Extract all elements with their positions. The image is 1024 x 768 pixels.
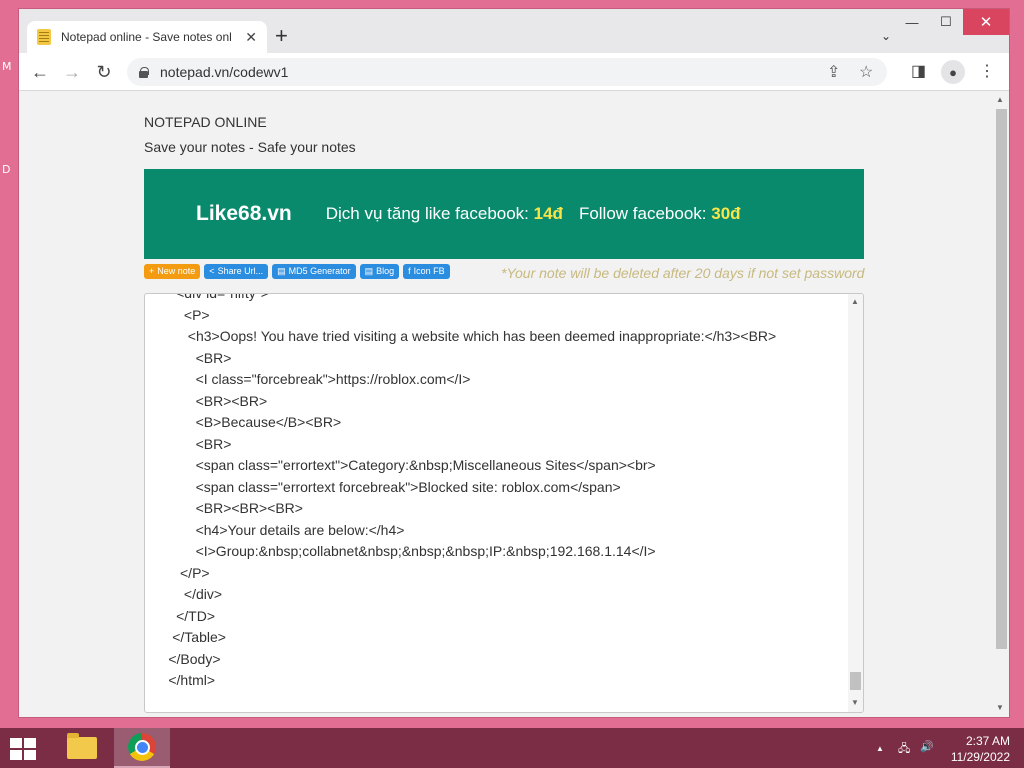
code-line[interactable]: </P> — [145, 563, 776, 585]
code-line[interactable]: <B>Because</B><BR> — [145, 412, 776, 434]
scroll-up-icon[interactable]: ▲ — [996, 95, 1004, 104]
desktop-icon-fragment: M — [2, 60, 12, 73]
code-line[interactable]: <BR><BR> — [145, 391, 776, 413]
close-window-button[interactable]: ✕ — [963, 9, 1009, 35]
profile-avatar[interactable]: ● — [941, 60, 965, 84]
code-line[interactable]: <BR><BR><BR> — [145, 498, 776, 520]
editor-scroll-thumb[interactable] — [850, 672, 861, 690]
code-line[interactable]: <h3>Oops! You have tried visiting a webs… — [145, 326, 776, 348]
ad-brand: Like68.vn — [196, 202, 292, 225]
ad-price-like: 14đ — [533, 204, 563, 223]
tab-strip: Notepad online - Save notes onl ✕ + — [19, 9, 899, 53]
new-tab-button[interactable]: + — [275, 25, 288, 47]
file-explorer-taskbar-button[interactable] — [54, 728, 110, 768]
chrome-icon — [128, 733, 156, 761]
maximize-button[interactable]: ☐ — [929, 9, 963, 35]
site-subtitle: Save your notes - Safe your notes — [144, 139, 356, 155]
network-icon[interactable]: 🖧 — [898, 740, 910, 759]
clock-date: 11/29/2022 — [950, 750, 1010, 764]
code-line[interactable]: <I class="forcebreak">https://roblox.com… — [145, 369, 776, 391]
editor-scrollbar[interactable]: ▲ ▼ — [848, 294, 863, 712]
ad-text-like: Dịch vụ tăng like facebook: 14đ — [325, 204, 563, 223]
lock-icon[interactable] — [139, 66, 149, 78]
tab-title: Notepad online - Save notes onl — [61, 30, 232, 44]
system-clock[interactable]: 2:37 AM 11/29/2022 — [951, 733, 1010, 765]
page-scroll-thumb[interactable] — [996, 109, 1007, 649]
code-line[interactable]: </Table> — [145, 627, 776, 649]
scroll-down-icon[interactable]: ▼ — [851, 698, 859, 707]
code-line[interactable]: <BR> — [145, 348, 776, 370]
ad-price-follow: 30đ — [711, 204, 741, 223]
deletion-warning: *Your note will be deleted after 20 days… — [501, 265, 865, 281]
tab-close-icon[interactable]: ✕ — [245, 29, 257, 46]
blog-button[interactable]: ▤ Blog — [359, 263, 400, 279]
code-line[interactable]: </Body> — [145, 649, 776, 671]
code-line[interactable]: <span class="errortext">Category:&nbsp;M… — [145, 455, 776, 477]
code-line[interactable]: <I>Group:&nbsp;collabnet&nbsp;&nbsp;&nbs… — [145, 541, 776, 563]
scroll-up-icon[interactable]: ▲ — [851, 297, 859, 306]
action-buttons: + New note < Share Url... ▤ MD5 Generator ▤… — [144, 263, 454, 279]
plus-icon: + — [149, 266, 155, 276]
url-text[interactable]: notepad.vn/codewv1 — [160, 64, 288, 80]
code-line[interactable]: <h4>Your details are below:</h4> — [145, 520, 776, 542]
clock-time: 2:37 AM — [965, 734, 1010, 748]
page-viewport: NOTEPAD ONLINE Save your notes - Safe yo… — [19, 91, 1009, 717]
tab-search-button[interactable]: ⌄ — [881, 29, 891, 43]
browser-window: Notepad online - Save notes onl ✕ + ⌄ — … — [18, 8, 1010, 718]
note-content[interactable]: <div id="nifty"> <P> <h3>Oops! You have … — [145, 294, 776, 692]
new-note-button[interactable]: + New note — [144, 263, 201, 279]
document-icon: ▤ — [277, 265, 286, 276]
reload-button[interactable]: ↻ — [91, 59, 117, 85]
desktop-icon-fragment: D — [2, 163, 11, 176]
site-title: NOTEPAD ONLINE — [144, 114, 267, 130]
browser-tab[interactable]: Notepad online - Save notes onl ✕ — [27, 21, 267, 53]
share-icon: < — [209, 266, 215, 276]
windows-start-icon[interactable] — [10, 738, 38, 760]
md5-generator-button[interactable]: ▤ MD5 Generator — [272, 263, 356, 279]
address-bar[interactable]: notepad.vn/codewv1 ⇪ ☆ — [127, 58, 887, 86]
back-button[interactable]: ← — [27, 59, 53, 85]
document-icon: ▤ — [364, 265, 374, 276]
code-line[interactable]: </TD> — [145, 606, 776, 628]
ad-banner[interactable]: Like68.vn Dịch vụ tăng like facebook: 14… — [144, 169, 864, 259]
icon-fb-button[interactable]: f Icon FB — [403, 263, 450, 279]
tray-chevron-icon[interactable]: ▲ — [876, 744, 884, 753]
minimize-button[interactable]: — — [895, 9, 929, 35]
facebook-icon: f — [408, 266, 411, 276]
code-line[interactable]: <BR> — [145, 434, 776, 456]
folder-icon — [67, 733, 97, 759]
code-line[interactable]: <P> — [145, 305, 776, 327]
code-line[interactable]: </html> — [145, 670, 776, 692]
code-line[interactable]: <span class="errortext forcebreak">Block… — [145, 477, 776, 499]
taskbar: ▲ 🖧 🔊 2:37 AM 11/29/2022 — [0, 728, 1024, 768]
browser-toolbar: ← → ↻ notepad.vn/codewv1 ⇪ ☆ ◨ ● ⋮ — [19, 53, 1009, 91]
notepad-favicon-icon — [37, 29, 51, 45]
page-scrollbar[interactable]: ▲ ▼ — [993, 91, 1009, 717]
code-line[interactable]: <div id="nifty"> — [145, 294, 776, 305]
code-line[interactable]: </div> — [145, 584, 776, 606]
ad-text-follow: Follow facebook: 30đ — [578, 204, 741, 223]
forward-button[interactable]: → — [59, 59, 85, 85]
note-editor[interactable]: <div id="nifty"> <P> <h3>Oops! You have … — [144, 293, 864, 713]
scroll-down-icon[interactable]: ▼ — [996, 703, 1004, 712]
share-icon[interactable]: ⇪ — [827, 62, 840, 82]
bookmark-star-icon[interactable]: ☆ — [859, 62, 873, 82]
side-panel-icon[interactable]: ◨ — [911, 61, 926, 81]
volume-icon[interactable]: 🔊 — [920, 740, 934, 753]
chrome-taskbar-button[interactable] — [114, 728, 170, 768]
share-url-button[interactable]: < Share Url... — [204, 263, 269, 279]
browser-menu-icon[interactable]: ⋮ — [979, 61, 995, 81]
window-caption-buttons: — ☐ ✕ — [895, 9, 1009, 39]
